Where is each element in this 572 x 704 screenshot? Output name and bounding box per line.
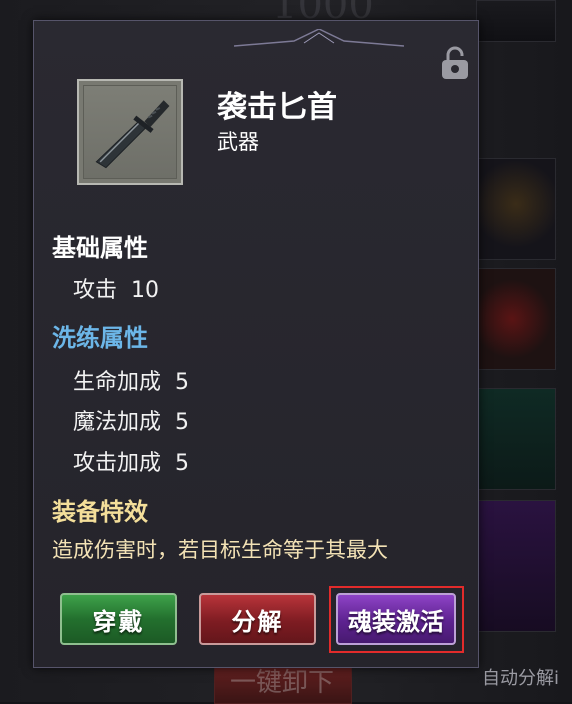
decompose-button[interactable]: 分解 [199, 593, 316, 645]
item-icon-frame [77, 79, 183, 185]
stat-label: 攻击加成 [73, 451, 162, 476]
equipment-slot[interactable] [476, 500, 556, 632]
refine-stat-row: 生命加成 5 [73, 364, 189, 396]
item-name: 袭击匕首 [217, 90, 337, 125]
stat-value: 5 [175, 451, 190, 476]
stat-label: 攻击 [73, 278, 118, 303]
item-type: 武器 [217, 130, 259, 154]
stat-label: 生命加成 [73, 370, 162, 395]
dagger-icon [95, 100, 170, 169]
refine-attributes-title: 洗练属性 [52, 324, 148, 352]
equipment-slot[interactable] [476, 0, 556, 42]
equipment-slot[interactable] [476, 158, 556, 260]
refine-stat-row: 魔法加成 5 [73, 404, 189, 436]
auto-decompose-label[interactable]: 自动分解i [482, 664, 559, 690]
stat-value: 10 [131, 278, 160, 303]
equipment-slot[interactable] [476, 268, 556, 370]
equipment-effect-description: 造成伤害时，若目标生命等于其最大 [52, 538, 388, 562]
ornament-icon [234, 29, 404, 47]
highlight-box [329, 586, 464, 653]
equipment-effect-title: 装备特效 [52, 498, 148, 526]
equipment-slot[interactable] [476, 388, 556, 490]
equip-button[interactable]: 穿戴 [60, 593, 177, 645]
stat-value: 5 [175, 410, 190, 435]
base-stat-row: 攻击 10 [73, 272, 159, 304]
stat-label: 魔法加成 [73, 410, 162, 435]
unlock-icon[interactable] [440, 46, 470, 80]
stat-value: 5 [175, 370, 190, 395]
base-attributes-title: 基础属性 [52, 234, 148, 262]
refine-stat-row: 攻击加成 5 [73, 445, 189, 477]
